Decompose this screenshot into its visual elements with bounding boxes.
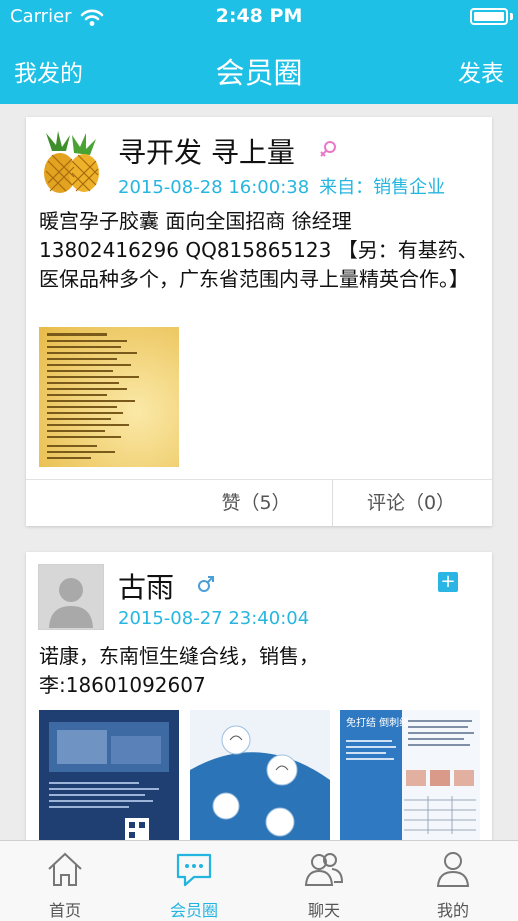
- home-icon: [48, 852, 82, 886]
- tab-mine-label: 我的: [436, 901, 469, 920]
- status-time: 2:48 PM: [215, 5, 303, 27]
- post-time: 2015-08-28 16:00:38: [118, 177, 310, 198]
- tab-member-circle[interactable]: 会员圈: [129, 841, 259, 921]
- tab-home-label: 首页: [48, 901, 81, 920]
- tab-home[interactable]: 首页: [0, 841, 130, 921]
- author-name[interactable]: 古雨: [118, 566, 174, 606]
- tab-chat-label: 聊天: [307, 901, 340, 920]
- post-card: 古雨 + 2015-08-27 23:40:04 诺康，东南恒生缝合线，销售，李…: [26, 552, 492, 852]
- chat-bubble-icon: [176, 853, 212, 887]
- post-source: 来自：销售企业: [319, 177, 446, 198]
- tab-mine[interactable]: 我的: [388, 841, 518, 921]
- publish-button[interactable]: 发表: [458, 54, 504, 88]
- post-time: 2015-08-27 23:40:04: [118, 608, 310, 629]
- post-meta: 2015-08-27 23:40:04: [118, 608, 309, 629]
- people-icon: [304, 853, 344, 886]
- product-flyer-image[interactable]: [39, 327, 179, 467]
- person-icon: [436, 852, 470, 887]
- add-button[interactable]: +: [438, 572, 458, 592]
- post-content: 暖宫孕子胶囊 面向全国招商 徐经理13802416296 QQ815865123…: [39, 209, 478, 291]
- default-avatar[interactable]: [38, 564, 104, 630]
- brochure-image-1[interactable]: [39, 710, 179, 852]
- tab-bar: 首页 会员圈 聊天 我的: [0, 840, 518, 921]
- post-meta: 2015-08-28 16:00:38 来自：销售企业: [118, 173, 445, 199]
- pineapple-avatar[interactable]: [38, 129, 104, 195]
- author-name[interactable]: 寻开发 寻上量: [118, 131, 295, 171]
- female-icon: [320, 141, 336, 157]
- brochure-image-2[interactable]: [190, 710, 330, 852]
- post-actions: 赞（5） 评论（0）: [26, 479, 492, 526]
- post-content: 诺康，东南恒生缝合线，销售，李:18601092607: [39, 644, 319, 697]
- app-header: Carrier 2:48 PM 我发的 会员圈 发表: [0, 0, 518, 104]
- tab-chat[interactable]: 聊天: [259, 841, 389, 921]
- battery-icon: [470, 8, 508, 25]
- battery-tip: [510, 13, 513, 20]
- male-icon: [198, 576, 214, 592]
- status-bar: Carrier 2:48 PM: [0, 0, 518, 34]
- page-title: 会员圈: [215, 56, 303, 90]
- post-card: 寻开发 寻上量 2015-08-28 16:00:38 来自：销售企业 暖宫孕子胶…: [26, 117, 492, 526]
- comment-button[interactable]: 评论（0）: [346, 480, 476, 526]
- brochure-3-title: 免打结 倒刺线: [346, 716, 409, 729]
- brochure-image-3[interactable]: 免打结 倒刺线: [340, 710, 480, 852]
- tab-member-circle-label: 会员圈: [169, 901, 218, 920]
- like-button[interactable]: 赞（5）: [186, 480, 326, 526]
- action-divider: [332, 480, 333, 526]
